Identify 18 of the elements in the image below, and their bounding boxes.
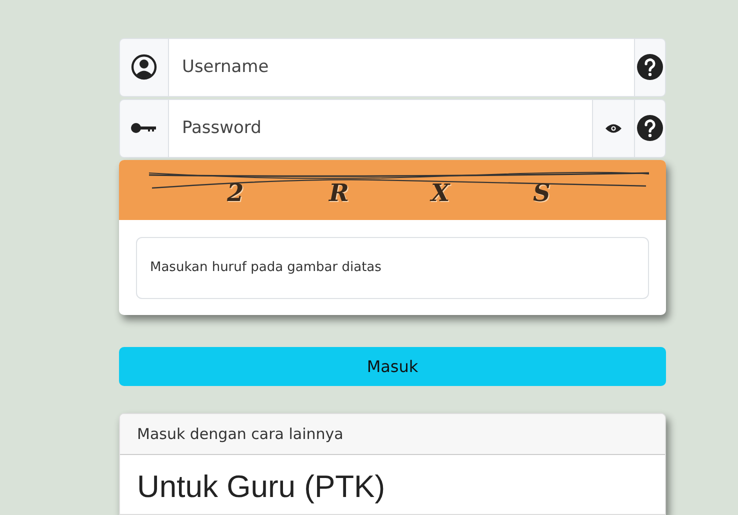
key-icon bbox=[131, 122, 157, 134]
input-field[interactable]: Password bbox=[169, 98, 593, 158]
card-title: Untuk Guru (PTK) bbox=[136, 468, 386, 506]
show-password-button[interactable] bbox=[593, 98, 635, 158]
captcha-character: X bbox=[431, 178, 450, 207]
captcha-character: 2 bbox=[227, 178, 244, 207]
captcha-character: R bbox=[329, 178, 349, 207]
input-field[interactable]: Username bbox=[169, 38, 635, 97]
user-icon bbox=[131, 54, 157, 80]
help-button[interactable] bbox=[635, 38, 666, 97]
help-button[interactable] bbox=[635, 98, 666, 158]
card-header: Masuk dengan cara lainnya bbox=[120, 414, 665, 456]
login-button[interactable]: Masuk bbox=[119, 347, 666, 386]
help-icon[interactable] bbox=[637, 115, 663, 142]
help-icon[interactable] bbox=[637, 54, 663, 80]
captcha-input[interactable]: Masukan huruf pada gambar diatas bbox=[136, 236, 649, 299]
captcha-character: S bbox=[533, 178, 550, 207]
eye-icon[interactable] bbox=[605, 122, 622, 134]
